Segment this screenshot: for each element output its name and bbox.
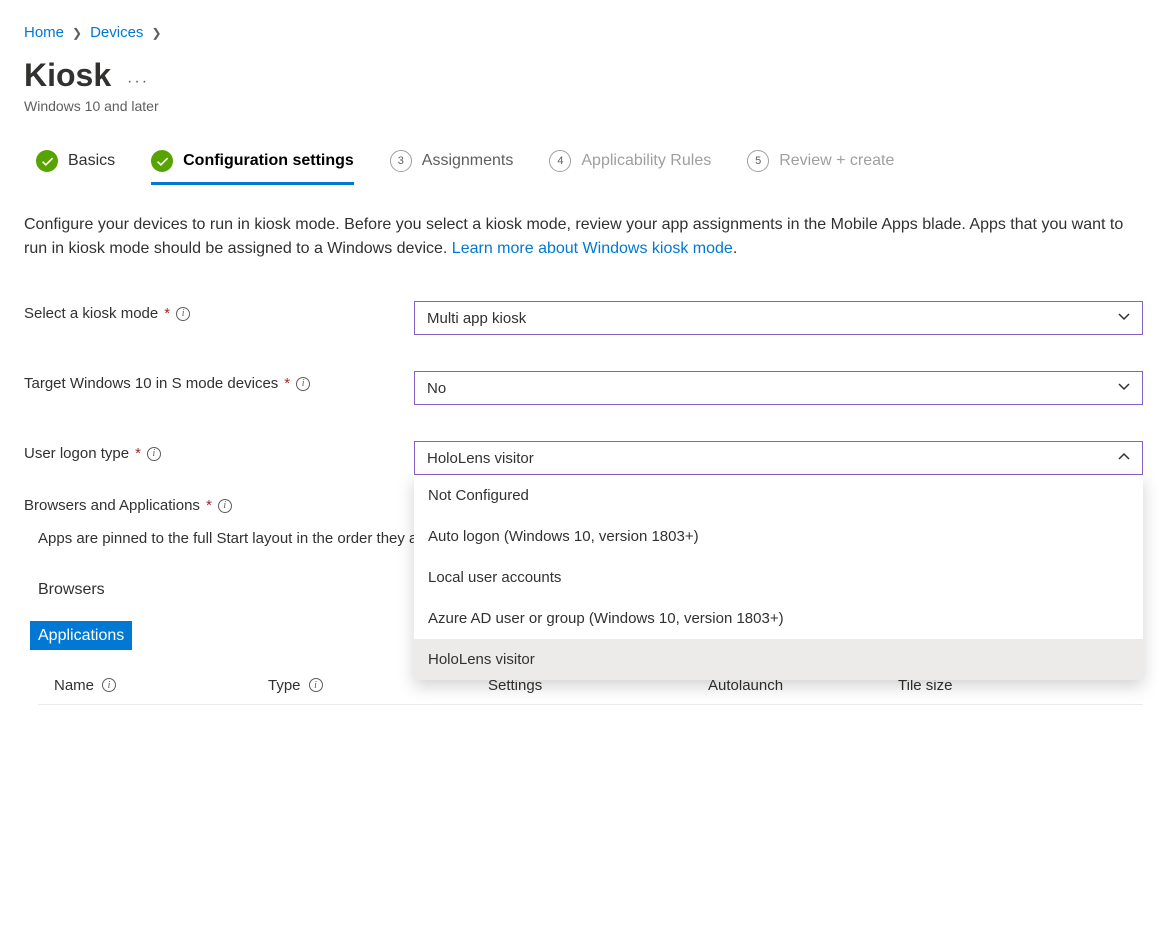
column-header-name[interactable]: Name i — [38, 677, 268, 694]
check-icon — [36, 150, 58, 172]
required-indicator: * — [164, 305, 170, 322]
tab-assignments[interactable]: 3 Assignments — [390, 150, 514, 185]
chevron-right-icon: ❯ — [72, 26, 82, 40]
learn-more-link[interactable]: Learn more about Windows kiosk mode — [452, 240, 733, 257]
field-label: User logon type * i — [24, 441, 414, 462]
tab-label: Review + create — [779, 152, 894, 170]
field-label: Select a kiosk mode * i — [24, 301, 414, 322]
page-subtitle: Windows 10 and later — [24, 98, 1143, 114]
dropdown-option-hololens-visitor[interactable]: HoloLens visitor — [414, 639, 1143, 680]
chevron-up-icon — [1118, 450, 1130, 467]
dropdown-option-azure-ad[interactable]: Azure AD user or group (Windows 10, vers… — [414, 598, 1143, 639]
dropdown-option-local-user[interactable]: Local user accounts — [414, 557, 1143, 598]
dropdown-option-auto-logon[interactable]: Auto logon (Windows 10, version 1803+) — [414, 516, 1143, 557]
tab-label: Configuration settings — [183, 152, 354, 170]
required-indicator: * — [284, 375, 290, 392]
page-description: Configure your devices to run in kiosk m… — [24, 213, 1124, 261]
required-indicator: * — [135, 445, 141, 462]
info-icon[interactable]: i — [309, 678, 323, 692]
info-icon[interactable]: i — [176, 307, 190, 321]
tab-configuration-settings[interactable]: Configuration settings — [151, 150, 354, 185]
step-number-icon: 5 — [747, 150, 769, 172]
s-mode-dropdown[interactable]: No — [414, 371, 1143, 405]
tab-label: Applicability Rules — [581, 152, 711, 170]
tab-label: Basics — [68, 152, 115, 170]
info-icon[interactable]: i — [147, 447, 161, 461]
check-icon — [151, 150, 173, 172]
field-s-mode: Target Windows 10 in S mode devices * i … — [24, 371, 1143, 405]
chevron-down-icon — [1118, 310, 1130, 327]
info-icon[interactable]: i — [102, 678, 116, 692]
kiosk-mode-dropdown[interactable]: Multi app kiosk — [414, 301, 1143, 335]
breadcrumb: Home ❯ Devices ❯ — [24, 24, 1143, 41]
page-title: Kiosk — [24, 57, 111, 94]
chevron-right-icon: ❯ — [151, 26, 161, 40]
wizard-tabs: Basics Configuration settings 3 Assignme… — [24, 150, 1143, 185]
breadcrumb-devices[interactable]: Devices — [90, 24, 143, 41]
logon-type-dropdown-menu: Not Configured Auto logon (Windows 10, v… — [414, 475, 1143, 680]
pivot-applications[interactable]: Applications — [30, 621, 132, 650]
page-header: Kiosk ··· Windows 10 and later — [24, 57, 1143, 114]
step-number-icon: 3 — [390, 150, 412, 172]
logon-type-dropdown[interactable]: HoloLens visitor — [414, 441, 1143, 475]
required-indicator: * — [206, 497, 212, 514]
field-label: Target Windows 10 in S mode devices * i — [24, 371, 414, 392]
field-logon-type: User logon type * i HoloLens visitor Not… — [24, 441, 1143, 475]
breadcrumb-home[interactable]: Home — [24, 24, 64, 41]
field-kiosk-mode: Select a kiosk mode * i Multi app kiosk — [24, 301, 1143, 335]
tab-review-create[interactable]: 5 Review + create — [747, 150, 894, 185]
tab-label: Assignments — [422, 152, 514, 170]
step-number-icon: 4 — [549, 150, 571, 172]
info-icon[interactable]: i — [218, 499, 232, 513]
info-icon[interactable]: i — [296, 377, 310, 391]
more-actions-icon[interactable]: ··· — [127, 73, 149, 91]
tab-basics[interactable]: Basics — [36, 150, 115, 185]
chevron-down-icon — [1118, 380, 1130, 397]
dropdown-option-not-configured[interactable]: Not Configured — [414, 475, 1143, 516]
tab-applicability-rules[interactable]: 4 Applicability Rules — [549, 150, 711, 185]
pivot-browsers[interactable]: Browsers — [38, 575, 105, 605]
